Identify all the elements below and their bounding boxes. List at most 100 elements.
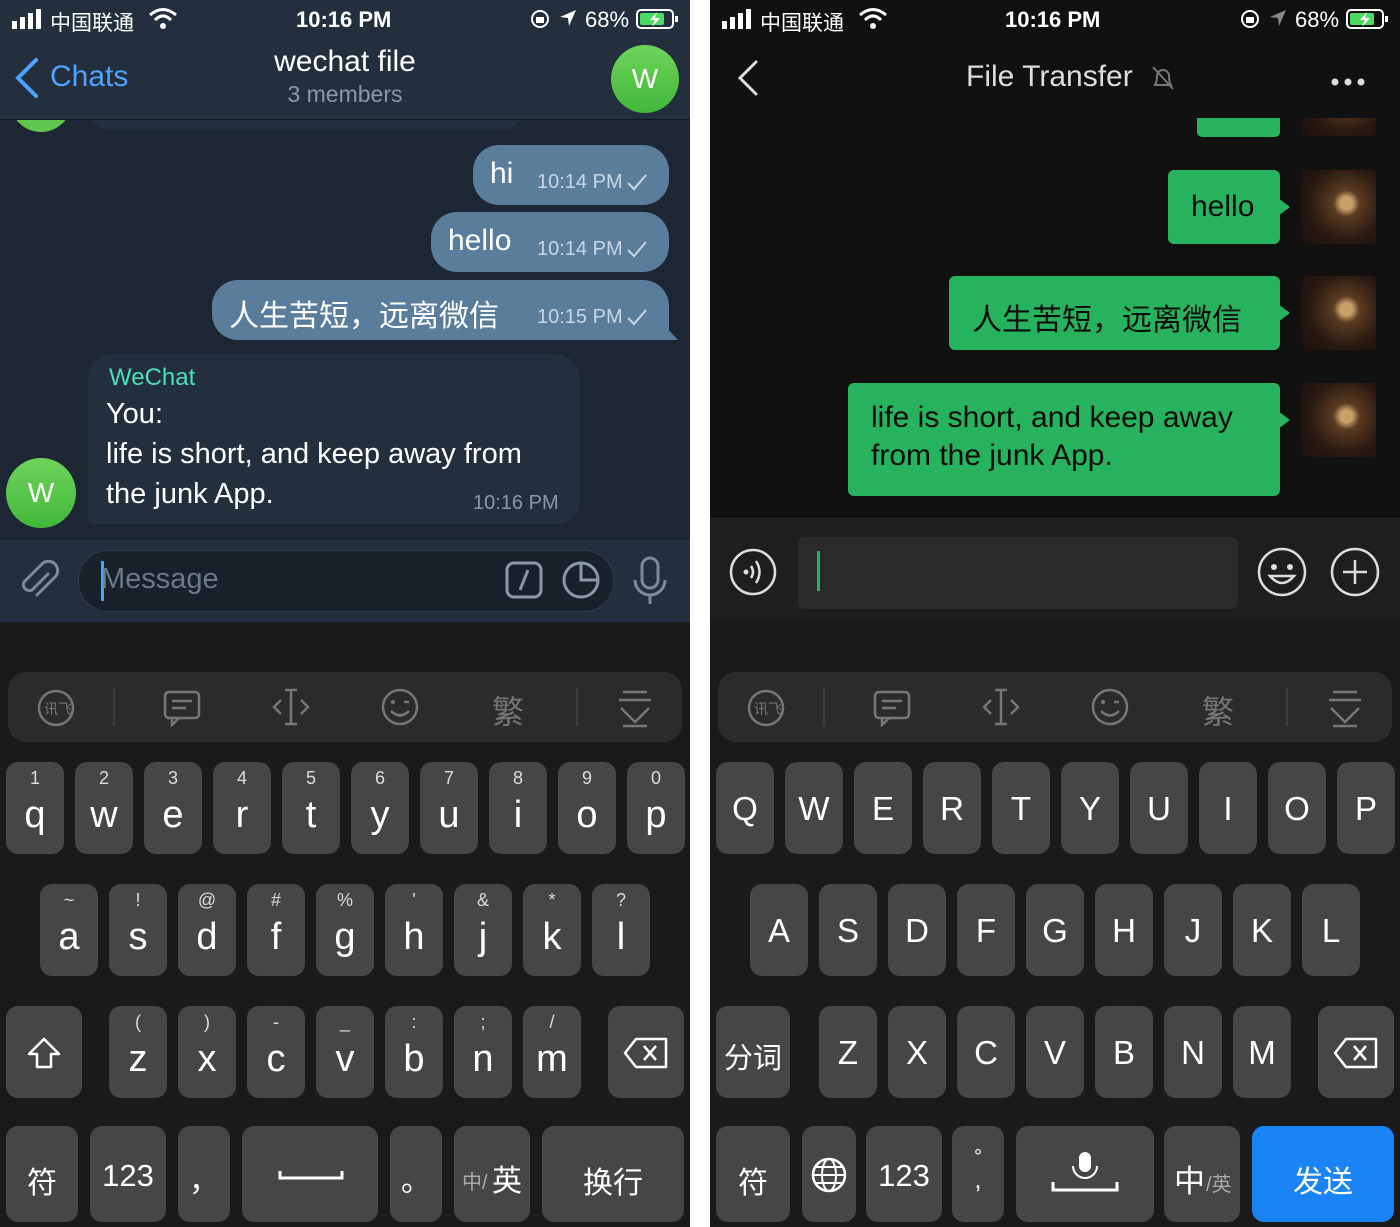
shift-key[interactable] [6, 1006, 82, 1098]
incoming-bubble[interactable]: WeChat You: life is short, and keep away… [88, 354, 580, 524]
ime-logo-icon[interactable]: 讯飞 [36, 688, 76, 733]
ime-logo-icon[interactable]: 讯飞 [746, 688, 786, 733]
sender-avatar[interactable]: W [6, 458, 76, 528]
hide-keyboard-icon[interactable] [1325, 688, 1365, 733]
comma-key[interactable]: ， [178, 1126, 230, 1222]
cursor-move-icon[interactable] [981, 686, 1021, 733]
emoji-icon[interactable] [1090, 687, 1130, 732]
letter-key[interactable]: * k [523, 884, 581, 976]
letter-key[interactable]: T [992, 762, 1050, 854]
microphone-icon[interactable] [632, 556, 668, 611]
message-bubble[interactable]: life is short, and keep away from the ju… [848, 383, 1280, 496]
message-bubble[interactable]: hi 10:14 PM [473, 145, 669, 205]
letter-key[interactable]: :b [385, 1006, 443, 1098]
space-key[interactable] [242, 1126, 378, 1222]
emoji-icon[interactable] [1256, 546, 1308, 603]
letter-key[interactable]: 5t [282, 762, 340, 854]
letter-key[interactable]: D [888, 884, 946, 976]
letter-key[interactable]: B [1095, 1006, 1153, 1098]
letter-key[interactable]: 4r [213, 762, 271, 854]
message-input[interactable]: Message [78, 550, 614, 612]
letter-key[interactable]: K [1233, 884, 1291, 976]
backspace-key[interactable] [608, 1006, 684, 1098]
back-icon[interactable] [736, 58, 760, 103]
letter-key[interactable]: -c [247, 1006, 305, 1098]
message-bubble[interactable]: 人生苦短，远离微信 [949, 276, 1280, 350]
clipboard-icon[interactable] [162, 689, 202, 732]
letter-key[interactable]: F [957, 884, 1015, 976]
letter-key[interactable]: 1q [6, 762, 64, 854]
group-avatar[interactable]: W [611, 45, 679, 113]
letter-key[interactable]: W [785, 762, 843, 854]
letter-key[interactable]: E [854, 762, 912, 854]
letter-key[interactable]: G [1026, 884, 1084, 976]
user-avatar[interactable] [1302, 118, 1376, 136]
enter-key[interactable]: 换行 [542, 1126, 684, 1222]
letter-key[interactable]: Y [1061, 762, 1119, 854]
user-avatar[interactable] [1302, 170, 1376, 244]
more-options-icon[interactable] [1330, 74, 1366, 92]
letter-key[interactable]: Q [716, 762, 774, 854]
letter-key[interactable]: X [888, 1006, 946, 1098]
send-button[interactable]: 发送 [1252, 1126, 1394, 1222]
traditional-chinese-toggle[interactable]: 繁 [1202, 687, 1234, 733]
segment-key[interactable]: 分词 [716, 1006, 790, 1098]
commands-icon[interactable] [505, 561, 543, 604]
message-input[interactable] [798, 537, 1238, 609]
add-attachment-icon[interactable] [1329, 546, 1381, 603]
globe-key[interactable] [802, 1126, 856, 1222]
letter-key[interactable]: & j [454, 884, 512, 976]
voice-input-icon[interactable] [728, 547, 778, 602]
letter-key[interactable]: O [1268, 762, 1326, 854]
letter-key[interactable]: / m [523, 1006, 581, 1098]
letter-key[interactable]: _ v [316, 1006, 374, 1098]
letter-key[interactable]: ~ a [40, 884, 98, 976]
letter-key[interactable]: 8i [489, 762, 547, 854]
space-key[interactable] [1016, 1126, 1154, 1222]
letter-key[interactable]: P [1337, 762, 1395, 854]
letter-key[interactable]: 3e [144, 762, 202, 854]
letter-key[interactable]: ! s [109, 884, 167, 976]
letter-key[interactable]: % g [316, 884, 374, 976]
letter-key[interactable]: @ d [178, 884, 236, 976]
letter-key[interactable]: M [1233, 1006, 1291, 1098]
letter-key[interactable]: 7u [420, 762, 478, 854]
language-switch-key[interactable]: 中 /英 [1164, 1126, 1240, 1222]
letter-key[interactable]: ' h [385, 884, 443, 976]
letter-key[interactable]: 9o [558, 762, 616, 854]
letter-key[interactable]: H [1095, 884, 1153, 976]
traditional-chinese-toggle[interactable]: 繁 [492, 687, 524, 733]
letter-key[interactable]: S [819, 884, 877, 976]
letter-key[interactable]: U [1130, 762, 1188, 854]
letter-key[interactable]: N [1164, 1006, 1222, 1098]
letter-key[interactable]: 2w [75, 762, 133, 854]
language-switch-key[interactable]: 中/ 英 [454, 1126, 530, 1222]
symbols-key[interactable]: 符 [716, 1126, 790, 1222]
clipboard-icon[interactable] [872, 689, 912, 732]
letter-key[interactable]: (z [109, 1006, 167, 1098]
numbers-key[interactable]: 123 [90, 1126, 166, 1222]
user-avatar[interactable] [1302, 383, 1376, 457]
letter-key[interactable]: V [1026, 1006, 1084, 1098]
letter-key[interactable]: J [1164, 884, 1222, 976]
letter-key[interactable]: I [1199, 762, 1257, 854]
letter-key[interactable]: # f [247, 884, 305, 976]
letter-key[interactable]: A [750, 884, 808, 976]
cursor-move-icon[interactable] [271, 686, 311, 733]
letter-key[interactable]: L [1302, 884, 1360, 976]
period-key[interactable]: 。 [390, 1126, 442, 1222]
punctuation-key[interactable]: ° , [952, 1126, 1004, 1222]
message-bubble[interactable]: hello 10:14 PM [431, 212, 669, 272]
numbers-key[interactable]: 123 [866, 1126, 942, 1222]
sticker-icon[interactable] [561, 560, 601, 605]
hide-keyboard-icon[interactable] [615, 688, 655, 733]
letter-key[interactable]: Z [819, 1006, 877, 1098]
emoji-icon[interactable] [380, 687, 420, 732]
paperclip-icon[interactable] [18, 559, 60, 607]
backspace-key[interactable] [1318, 1006, 1394, 1098]
letter-key[interactable]: C [957, 1006, 1015, 1098]
letter-key[interactable]: ; n [454, 1006, 512, 1098]
letter-key[interactable]: R [923, 762, 981, 854]
message-bubble[interactable]: 人生苦短，远离微信 10:15 PM [212, 280, 669, 340]
user-avatar[interactable] [1302, 276, 1376, 350]
